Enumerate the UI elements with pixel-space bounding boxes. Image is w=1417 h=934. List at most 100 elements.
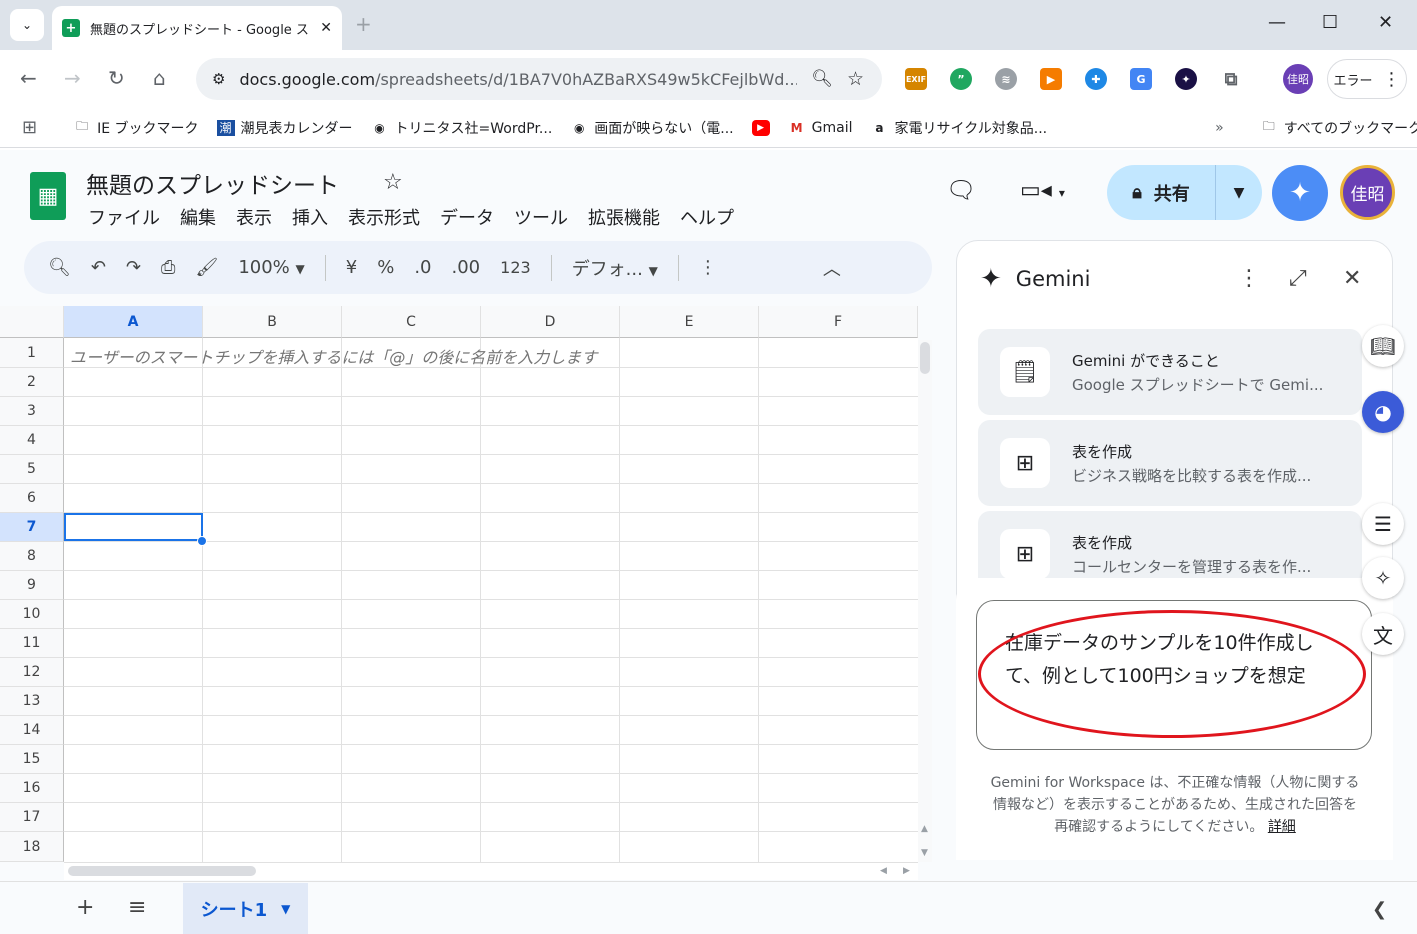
row-header[interactable]: 13	[0, 687, 64, 716]
more-vertical-icon[interactable]: ⋮	[1238, 266, 1260, 291]
expand-icon[interactable]: ⤢	[1289, 266, 1307, 291]
increase-decimal-button[interactable]: .00	[452, 257, 481, 278]
column-header[interactable]: C	[342, 306, 481, 338]
menu-file[interactable]: ファイル	[88, 204, 160, 230]
star-icon[interactable]: ☆	[383, 170, 403, 195]
search-menus-icon[interactable]: 🔍︎	[48, 257, 71, 278]
column-header[interactable]: A	[64, 306, 203, 338]
menu-view[interactable]: 表示	[236, 204, 272, 230]
chevron-up-icon[interactable]: ︿	[823, 255, 841, 281]
close-panel-icon[interactable]: ✕	[1343, 266, 1361, 291]
exif-extension-icon[interactable]: EXIF	[905, 68, 927, 90]
menu-data[interactable]: データ	[440, 204, 494, 230]
scroll-down-icon[interactable]: ▼	[921, 848, 928, 858]
sparkles-icon[interactable]: ✧	[1362, 557, 1404, 599]
column-header[interactable]: D	[481, 306, 620, 338]
column-header[interactable]: E	[620, 306, 759, 338]
vertical-scrollbar[interactable]	[918, 340, 932, 862]
gemini-suggestion-card[interactable]: 🗒︎ Gemini ができること Google スプレッドシートで Gemi...	[978, 329, 1362, 415]
undo-icon[interactable]: ↶	[91, 257, 106, 278]
more-vertical-icon[interactable]: ⋮	[699, 257, 717, 278]
maximize-icon[interactable]: ☐	[1322, 12, 1338, 33]
gemini-sparkle-button[interactable]: ✦	[1272, 165, 1328, 221]
address-bar[interactable]: ⚙ docs.google.com/spreadsheets/d/1BA7V0h…	[196, 58, 882, 100]
row-header[interactable]: 3	[0, 397, 64, 426]
scroll-right-icon[interactable]: ▶	[903, 866, 910, 876]
translate-icon[interactable]: 文	[1362, 613, 1404, 655]
row-header[interactable]: 9	[0, 571, 64, 600]
bookmark-star-icon[interactable]: ☆	[847, 68, 864, 90]
quote-extension-icon[interactable]: ”	[950, 68, 972, 90]
rss-extension-icon[interactable]: ≋	[995, 68, 1017, 90]
menu-extensions[interactable]: 拡張機能	[588, 204, 660, 230]
column-header[interactable]: F	[759, 306, 918, 338]
currency-format-button[interactable]: ¥	[346, 257, 357, 278]
menu-help[interactable]: ヘルプ	[680, 204, 734, 230]
notes-icon[interactable]: ☰	[1362, 503, 1404, 545]
more-bookmarks-icon[interactable]: »	[1215, 120, 1224, 136]
print-icon[interactable]: ⎙	[161, 257, 175, 278]
details-link[interactable]: 詳細	[1268, 819, 1296, 835]
row-header[interactable]: 12	[0, 658, 64, 687]
menu-format[interactable]: 表示形式	[348, 204, 420, 230]
row-header[interactable]: 15	[0, 745, 64, 774]
row-header[interactable]: 8	[0, 542, 64, 571]
row-header[interactable]: 1	[0, 338, 64, 368]
sheet-tab[interactable]: シート1 ▼	[183, 883, 308, 934]
row-header[interactable]: 7	[0, 513, 64, 542]
all-sheets-icon[interactable]: ≡	[128, 895, 146, 920]
zoom-icon[interactable]: 🔍︎	[811, 69, 833, 89]
bookmark-recycle[interactable]: a 家電リサイクル対象品...	[870, 118, 1047, 138]
bookmark-tide[interactable]: 潮潮見表カレンダー	[216, 118, 353, 138]
document-title[interactable]: 無題のスプレッドシート	[86, 166, 339, 200]
gemini-suggestion-card[interactable]: ⊞ 表を作成 ビジネス戦略を比較する表を作成...	[978, 420, 1362, 506]
row-header[interactable]: 14	[0, 716, 64, 745]
sheets-logo-icon[interactable]: ▦	[30, 172, 66, 220]
menu-tools[interactable]: ツール	[514, 204, 568, 230]
row-header[interactable]: 2	[0, 368, 64, 397]
comments-icon[interactable]: 🗨︎	[946, 176, 976, 204]
column-header[interactable]: B	[203, 306, 342, 338]
account-avatar[interactable]: 佳昭	[1340, 165, 1395, 220]
fill-handle[interactable]	[197, 536, 207, 546]
selected-cell-a7[interactable]	[64, 513, 203, 541]
vertical-scroll-thumb[interactable]	[920, 342, 930, 374]
row-header[interactable]: 11	[0, 629, 64, 658]
all-bookmarks[interactable]: 🗀 すべてのブックマーク	[1260, 118, 1417, 138]
extensions-puzzle-icon[interactable]: ⧉	[1220, 68, 1242, 90]
gemini-prompt-input[interactable]: 在庫データのサンプルを10件作成して、例として100円ショップを想定	[976, 600, 1372, 750]
error-menu-button[interactable]: エラー ⋮	[1327, 59, 1407, 99]
share-button[interactable]: 🔒︎ 共有 ▼	[1107, 165, 1262, 220]
row-header[interactable]: 16	[0, 774, 64, 803]
browser-tab[interactable]: + 無題のスプレッドシート - Google ス ✕	[52, 6, 342, 50]
scroll-up-icon[interactable]: ▲	[921, 824, 928, 834]
translate-extension-icon[interactable]: G	[1130, 68, 1152, 90]
menu-insert[interactable]: 挿入	[292, 204, 328, 230]
sparkle-extension-icon[interactable]: ✦	[1175, 68, 1197, 90]
select-all-corner[interactable]	[0, 306, 64, 338]
font-select[interactable]: デフォ... ▼	[572, 255, 658, 281]
play-extension-icon[interactable]: ▶	[1040, 68, 1062, 90]
apps-grid-icon[interactable]: ⊞	[22, 117, 37, 138]
scroll-left-icon[interactable]: ◀	[880, 866, 887, 876]
bookmark-ie[interactable]: 🗀 IE ブックマーク	[73, 118, 198, 138]
horizontal-scroll-thumb[interactable]	[68, 866, 256, 876]
number-format-button[interactable]: 123	[500, 258, 531, 277]
colorful-extension-icon[interactable]: ◕	[1362, 391, 1404, 433]
collapse-side-panel-icon[interactable]: ❮	[1372, 899, 1387, 920]
forward-icon[interactable]: →	[64, 66, 81, 90]
row-header[interactable]: 5	[0, 455, 64, 484]
new-tab-icon[interactable]: +	[355, 12, 372, 36]
minimize-icon[interactable]: —	[1268, 12, 1286, 33]
row-header[interactable]: 4	[0, 426, 64, 455]
tab-search-button[interactable]: ⌄	[10, 9, 44, 41]
add-sheet-icon[interactable]: +	[76, 895, 94, 920]
share-dropdown[interactable]: ▼	[1216, 185, 1262, 201]
bookmark-screen[interactable]: ◉ 画面が映らない（電...	[570, 118, 734, 138]
home-icon[interactable]: ⌂	[153, 66, 166, 90]
browser-profile-avatar[interactable]: 佳昭	[1283, 64, 1313, 94]
close-tab-icon[interactable]: ✕	[320, 20, 332, 36]
percent-format-button[interactable]: %	[377, 257, 394, 278]
redo-icon[interactable]: ↷	[126, 257, 141, 278]
share-main[interactable]: 🔒︎ 共有	[1107, 165, 1216, 220]
